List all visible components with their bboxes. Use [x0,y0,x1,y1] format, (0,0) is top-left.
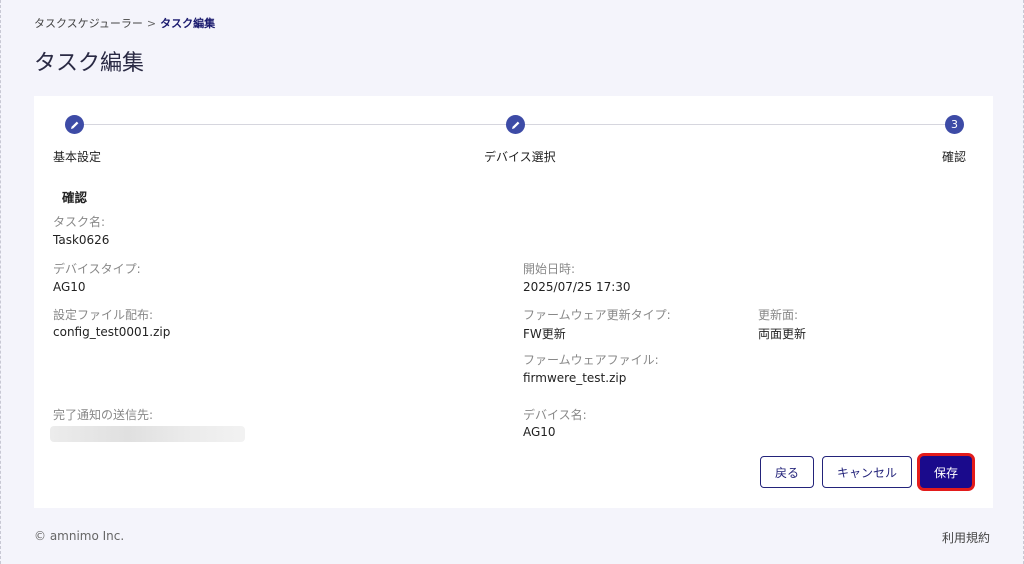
config-file-label: 設定ファイル配布: [53,308,154,322]
cancel-button[interactable]: キャンセル [822,456,912,488]
step-3-circle: 3 [945,115,964,134]
back-button[interactable]: 戻る [760,456,814,488]
config-file-value: config_test0001.zip [53,325,171,339]
notify-recipient-redacted [50,426,245,442]
device-type-label: デバイスタイプ: [53,262,141,276]
step-2-circle [506,115,525,134]
step-2-label: デバイス選択 [484,150,556,164]
update-side-value: 両面更新 [758,327,807,341]
breadcrumb-current: タスク編集 [160,17,216,30]
fw-file-label: ファームウェアファイル: [523,353,659,367]
notify-recipient-label: 完了通知の送信先: [53,408,154,422]
fw-update-type-label: ファームウェア更新タイプ: [523,308,671,322]
pencil-icon [511,121,519,129]
save-button[interactable]: 保存 [920,456,972,488]
page-title: タスク編集 [34,51,145,76]
breadcrumb-separator: > [146,17,157,30]
device-name-label: デバイス名: [523,408,587,422]
page-frame: タスクスケジューラー > タスク編集 タスク編集 基本設定 デバイス選択 3 確認 … [0,0,1024,564]
update-side-label: 更新面: [758,308,799,322]
footer-copyright: © amnimo Inc. [34,529,125,543]
task-name-value: Task0626 [53,233,110,247]
device-name-value: AG10 [523,425,556,439]
breadcrumb-parent-link[interactable]: タスクスケジューラー [34,17,143,30]
section-title: 確認 [62,190,88,205]
task-confirm-card: 基本設定 デバイス選択 3 確認 確認 タスク名: Task0626 デバイスタ… [34,96,993,508]
terms-link[interactable]: 利用規約 [942,529,990,546]
fw-file-value: firmwere_test.zip [523,371,627,385]
start-datetime-label: 開始日時: [523,262,576,276]
start-datetime-value: 2025/07/25 17:30 [523,280,631,294]
breadcrumb: タスクスケジューラー > タスク編集 [34,15,215,31]
pencil-icon [70,121,78,129]
fw-update-type-value: FW更新 [523,327,566,341]
step-1-circle [65,115,84,134]
task-name-label: タスク名: [53,215,106,229]
step-1-label: 基本設定 [53,150,102,164]
step-3-label: 確認 [942,150,967,164]
device-type-value: AG10 [53,280,86,294]
